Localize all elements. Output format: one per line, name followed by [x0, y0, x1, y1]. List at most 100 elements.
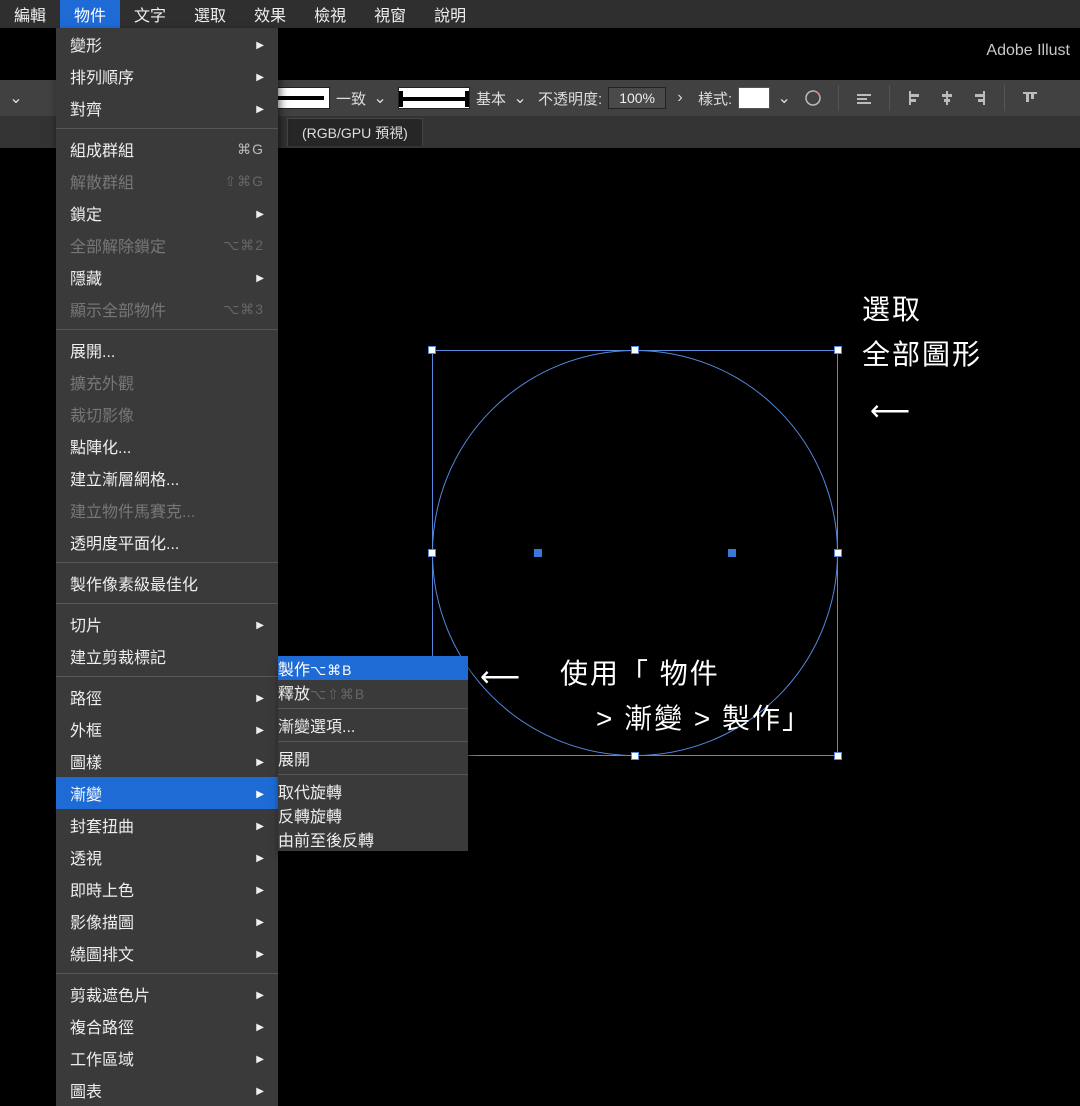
menubar-select[interactable]: 選取 [180, 0, 240, 30]
submenu-item-label: 釋放 [278, 686, 310, 703]
menu-item-label: 切片 [70, 612, 102, 636]
stroke-preview-label: 一致 [336, 88, 366, 109]
brush-profile[interactable]: 基本 ⌄ [398, 87, 528, 109]
opacity-value[interactable]: 100% [608, 87, 666, 109]
menu-item[interactable]: 建立剪裁標記 [56, 640, 278, 672]
menubar: 編輯 物件 文字 選取 效果 檢視 視窗 說明 [0, 0, 1080, 28]
menu-item[interactable]: 路徑 [56, 681, 278, 713]
object-menu: 變形排列順序對齊組成群組⌘G解散群組⇧⌘G鎖定全部解除鎖定⌥⌘2隱藏顯示全部物件… [56, 28, 278, 1106]
menu-item-label: 組成群組 [70, 137, 134, 161]
menubar-type[interactable]: 文字 [120, 0, 180, 30]
menu-item[interactable]: 變形 [56, 28, 278, 60]
menu-item[interactable]: 透視 [56, 841, 278, 873]
menu-shortcut: ⌘G [237, 141, 264, 158]
chevron-down-icon: ⌄ [8, 90, 24, 106]
menu-item-label: 隱藏 [70, 265, 102, 289]
align-top-icon[interactable] [1019, 87, 1041, 109]
menubar-view[interactable]: 檢視 [300, 0, 360, 30]
chevron-down-icon: ⌄ [776, 90, 792, 106]
submenu-item-label: 展開 [278, 752, 310, 769]
submenu-arrow-icon [256, 204, 264, 222]
selection-handle[interactable] [631, 752, 639, 760]
submenu-item: 反轉旋轉 [278, 803, 468, 827]
menu-shortcut: ⌥⌘3 [223, 301, 264, 318]
stroke-preview[interactable]: 一致 ⌄ [270, 87, 388, 109]
separator [838, 85, 839, 111]
selection-handle[interactable] [834, 549, 842, 557]
menu-item[interactable]: 剪裁遮色片 [56, 978, 278, 1010]
submenu-item: 展開 [278, 746, 468, 770]
menubar-object[interactable]: 物件 [60, 0, 120, 30]
menu-item[interactable]: 切片 [56, 608, 278, 640]
menu-item[interactable]: 外框 [56, 713, 278, 745]
chevron-right-icon[interactable]: › [672, 90, 688, 106]
menu-item[interactable]: 組成群組 ⌘G [56, 133, 278, 165]
menu-item-label: 封套扭曲 [70, 813, 134, 837]
style-field[interactable]: 樣式: ⌄ [698, 87, 792, 109]
menu-item[interactable]: 封套扭曲 [56, 809, 278, 841]
opacity-field[interactable]: 不透明度: 100% › [538, 87, 688, 109]
submenu-item[interactable]: 漸變選項... [278, 713, 468, 737]
submenu-item-label: 由前至後反轉 [278, 833, 374, 850]
menu-item[interactable]: 鎖定 [56, 197, 278, 229]
submenu-arrow-icon [256, 35, 264, 53]
chevron-down-icon: ⌄ [512, 90, 528, 106]
menu-item-label: 對齊 [70, 96, 102, 120]
recolor-icon[interactable] [802, 87, 824, 109]
menu-item[interactable]: 工作區域 [56, 1042, 278, 1074]
document-tab[interactable]: (RGB/GPU 預視) [287, 118, 423, 146]
selection-handle[interactable] [834, 346, 842, 354]
selection-handle[interactable] [631, 346, 639, 354]
menu-item[interactable]: 繞圖排文 [56, 937, 278, 969]
align-panel-icon[interactable] [853, 87, 875, 109]
menu-item[interactable]: 圖表 [56, 1074, 278, 1106]
menu-item: 解散群組⇧⌘G [56, 165, 278, 197]
menu-item[interactable]: 漸變 [56, 777, 278, 809]
selection-handle[interactable] [428, 549, 436, 557]
annotation-arrow-icon: ⟵ [870, 394, 910, 427]
submenu-arrow-icon [256, 615, 264, 633]
submenu-arrow-icon [256, 67, 264, 85]
menu-item[interactable]: 透明度平面化... [56, 526, 278, 558]
style-swatch[interactable] [738, 87, 770, 109]
menu-item-label: 圖樣 [70, 749, 102, 773]
menubar-edit[interactable]: 編輯 [0, 0, 60, 30]
toolbar-left-dropdown[interactable]: ⌄ [8, 90, 24, 106]
menu-item[interactable]: 圖樣 [56, 745, 278, 777]
blend-submenu: 製作⌥⌘B釋放⌥⇧⌘B 漸變選項... 展開取代旋轉反轉旋轉由前至後反轉 [278, 656, 468, 851]
submenu-arrow-icon [256, 268, 264, 286]
align-center-h-icon[interactable] [936, 87, 958, 109]
submenu-item-label: 漸變選項... [278, 719, 355, 736]
selection-handle[interactable] [428, 346, 436, 354]
submenu-item[interactable]: 製作⌥⌘B [278, 656, 468, 680]
menu-item[interactable]: 隱藏 [56, 261, 278, 293]
menu-item[interactable]: 點陣化... [56, 430, 278, 462]
menu-item-label: 圖表 [70, 1078, 102, 1102]
align-right-icon[interactable] [968, 87, 990, 109]
submenu-arrow-icon [256, 752, 264, 770]
menu-item[interactable]: 即時上色 [56, 873, 278, 905]
menu-shortcut: ⌥⌘B [310, 662, 352, 678]
submenu-arrow-icon [256, 944, 264, 962]
menu-item[interactable]: 複合路徑 [56, 1010, 278, 1042]
menu-shortcut: ⇧⌘G [224, 173, 264, 190]
menu-item-label: 透明度平面化... [70, 530, 179, 554]
submenu-item: 釋放⌥⇧⌘B [278, 680, 468, 704]
menu-item[interactable]: 展開... [56, 334, 278, 366]
chevron-down-icon: ⌄ [372, 90, 388, 106]
menubar-effect[interactable]: 效果 [240, 0, 300, 30]
menu-item: 顯示全部物件⌥⌘3 [56, 293, 278, 325]
submenu-arrow-icon [256, 688, 264, 706]
menu-item[interactable]: 排列順序 [56, 60, 278, 92]
separator [889, 85, 890, 111]
submenu-item-label: 取代旋轉 [278, 785, 342, 802]
align-left-icon[interactable] [904, 87, 926, 109]
menu-item[interactable]: 對齊 [56, 92, 278, 124]
menu-item[interactable]: 建立漸層網格... [56, 462, 278, 494]
menubar-window[interactable]: 視窗 [360, 0, 420, 30]
selection-handle[interactable] [834, 752, 842, 760]
menu-item[interactable]: 製作像素級最佳化 [56, 567, 278, 599]
menu-item[interactable]: 影像描圖 [56, 905, 278, 937]
menubar-help[interactable]: 說明 [420, 0, 480, 30]
app-title: Adobe Illust [986, 42, 1070, 60]
